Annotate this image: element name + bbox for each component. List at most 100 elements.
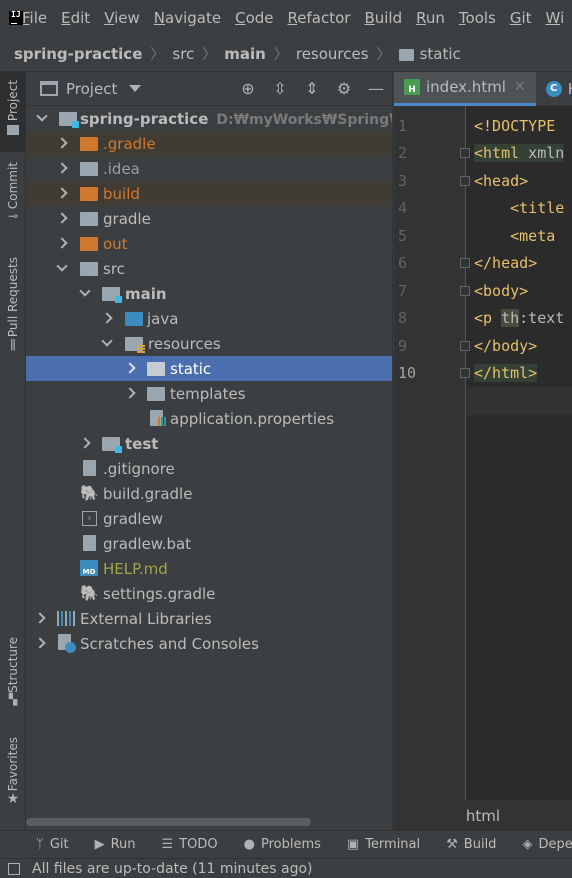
tool-problems[interactable]: ● Problems: [244, 837, 321, 852]
dropdown-arrow-icon[interactable]: [129, 85, 142, 92]
chevron-right-icon[interactable]: [56, 162, 68, 174]
fold-marker-icon[interactable]: [460, 148, 470, 158]
chevron-right-icon: 〉: [202, 46, 217, 63]
chevron-right-icon[interactable]: [79, 437, 91, 449]
menu-tools[interactable]: Tools: [459, 9, 496, 27]
chevron-down-icon[interactable]: [36, 110, 48, 122]
tool-dependencies[interactable]: ◈ Depe: [522, 837, 572, 852]
tool-todo[interactable]: ☰ TODO: [162, 837, 218, 852]
collapse-all-icon[interactable]: ⇕: [296, 78, 328, 100]
tree-item-idea[interactable]: .idea: [26, 156, 392, 181]
gear-icon[interactable]: ⚙: [328, 78, 360, 100]
module-folder-icon: [102, 437, 122, 453]
project-view-selector[interactable]: Project: [66, 80, 117, 98]
tree-item-application-properties[interactable]: application.properties: [26, 406, 392, 431]
tree-item-java[interactable]: java: [26, 306, 392, 331]
structure-icon: ▚: [8, 692, 18, 706]
tree-item-gradlew[interactable]: › gradlew: [26, 506, 392, 531]
left-tool-stripe: Project Commit ⊸ Pull Requests ǁ Structu…: [0, 72, 26, 830]
chevron-right-icon[interactable]: [124, 362, 136, 374]
ignore-file-icon: [83, 460, 96, 476]
tree-item-out[interactable]: out: [26, 231, 392, 256]
play-icon: ▶: [94, 837, 105, 852]
tree-item-settings-gradle[interactable]: 🐘 settings.gradle: [26, 581, 392, 606]
close-icon[interactable]: ✕: [514, 79, 526, 95]
chevron-right-icon[interactable]: [124, 387, 136, 399]
tree-item-build-gradle[interactable]: 🐘 build.gradle: [26, 481, 392, 506]
menu-window[interactable]: Wi: [546, 9, 565, 27]
tool-build[interactable]: ⚒ Build: [446, 837, 496, 852]
breadcrumb-main[interactable]: main: [224, 45, 266, 63]
git-branch-icon: ᛘ: [36, 837, 44, 852]
menu-git[interactable]: Git: [510, 9, 532, 27]
stripe-tab-commit[interactable]: Commit ⊸: [0, 162, 26, 232]
tree-item-resources[interactable]: resources: [26, 331, 392, 356]
locate-file-icon[interactable]: ⊕: [232, 78, 264, 100]
tree-item-gitignore[interactable]: .gitignore: [26, 456, 392, 481]
breadcrumb-static[interactable]: static: [420, 45, 461, 63]
tree-item-src[interactable]: src: [26, 256, 392, 281]
tree-item-templates[interactable]: templates: [26, 381, 392, 406]
chevron-right-icon[interactable]: [34, 612, 46, 624]
chevron-right-icon[interactable]: [34, 637, 46, 649]
chevron-right-icon[interactable]: [56, 237, 68, 249]
breadcrumb-resources[interactable]: resources: [296, 45, 369, 63]
stripe-tab-project[interactable]: Project: [0, 72, 26, 152]
chevron-right-icon[interactable]: [56, 212, 68, 224]
tree-item-gradle[interactable]: gradle: [26, 206, 392, 231]
menu-refactor[interactable]: Refactor: [288, 9, 351, 27]
tree-item-gradlew-bat[interactable]: gradlew.bat: [26, 531, 392, 556]
chevron-right-icon[interactable]: [56, 137, 68, 149]
fold-marker-icon[interactable]: [460, 341, 470, 351]
status-bar: All files are up-to-date (11 minutes ago…: [0, 858, 572, 878]
toggle-tool-windows-icon[interactable]: [8, 862, 20, 875]
tree-item-static[interactable]: static: [26, 356, 392, 381]
hide-icon[interactable]: —: [360, 78, 392, 100]
tool-run[interactable]: ▶ Run: [95, 837, 136, 852]
menu-run[interactable]: Run: [416, 9, 445, 27]
chevron-down-icon[interactable]: [101, 335, 113, 347]
tree-item-main[interactable]: main: [26, 281, 392, 306]
tree-item-external-libraries[interactable]: External Libraries: [26, 606, 392, 631]
fold-marker-icon[interactable]: [460, 286, 470, 296]
stripe-tab-structure[interactable]: Structure ▚: [0, 637, 26, 717]
menu-view[interactable]: View: [104, 9, 140, 27]
chevron-right-icon[interactable]: [56, 187, 68, 199]
menu-navigate[interactable]: Navigate: [154, 9, 221, 27]
tree-item-test[interactable]: test: [26, 431, 392, 456]
star-icon: ★: [6, 791, 20, 808]
fold-marker-icon[interactable]: [460, 368, 470, 378]
fold-marker-icon[interactable]: [460, 258, 470, 268]
folder-icon: [80, 162, 98, 176]
horizontal-scrollbar[interactable]: [26, 818, 311, 826]
folder-icon: [398, 48, 414, 61]
expand-all-icon[interactable]: ⇳: [264, 78, 296, 100]
breadcrumb-project[interactable]: spring-practice: [14, 45, 142, 63]
fold-marker-icon[interactable]: [460, 176, 470, 186]
stripe-tab-pull-requests[interactable]: Pull Requests ǁ: [0, 257, 26, 367]
tree-item-scratches[interactable]: Scratches and Consoles: [26, 631, 392, 656]
tab-second-file[interactable]: C H: [536, 72, 572, 106]
tree-item-build[interactable]: build: [26, 181, 392, 206]
stripe-tab-favorites[interactable]: Favorites ★: [0, 737, 26, 817]
breadcrumb-src[interactable]: src: [172, 45, 194, 63]
html-file-icon: H: [404, 79, 420, 95]
chevron-down-icon[interactable]: [79, 285, 91, 297]
tool-git[interactable]: ᛘ Git: [36, 837, 69, 852]
tab-index-html[interactable]: H index.html ✕: [394, 72, 536, 106]
project-tool-window: Project ⊕ ⇳ ⇕ ⚙ — spring-practice D:₩myWo…: [26, 72, 393, 830]
tool-terminal[interactable]: ▣ Terminal: [347, 837, 420, 852]
class-file-icon: C: [545, 80, 562, 97]
gradle-elephant-icon: 🐘: [80, 584, 99, 602]
menu-code[interactable]: Code: [235, 9, 273, 27]
chevron-down-icon[interactable]: [56, 260, 68, 272]
menu-edit[interactable]: Edit: [61, 9, 90, 27]
menu-build[interactable]: Build: [364, 9, 402, 27]
layers-icon: ◈: [522, 837, 533, 852]
chevron-right-icon[interactable]: [101, 312, 113, 324]
menu-file[interactable]: File: [22, 9, 47, 27]
tree-item-gradle-cache[interactable]: .gradle: [26, 131, 392, 156]
editor-area: H index.html ✕ C H 1 <!DOCTYPE 2 <html x…: [394, 72, 572, 830]
tree-item-help-md[interactable]: MD HELP.md: [26, 556, 392, 581]
tree-item-spring-practice[interactable]: spring-practiceD:₩myWorks₩SpringWorks₩s: [26, 106, 392, 131]
